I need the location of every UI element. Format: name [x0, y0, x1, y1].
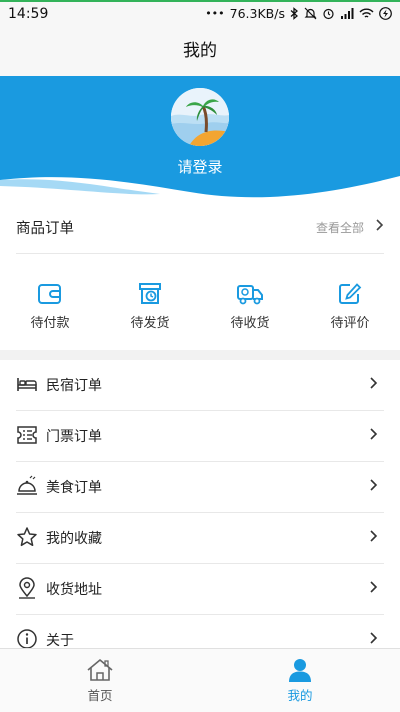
order-status-label: 待发货 [130, 316, 170, 331]
menu-item-label: 民宿订单 [46, 378, 102, 394]
network-speed: 76.3KB/s [229, 6, 285, 21]
menu-item-ticket-orders[interactable]: 门票订单 [16, 411, 384, 462]
mute-icon [304, 7, 317, 20]
ticket-icon [17, 426, 37, 444]
menu-item-label: 关于 [46, 633, 74, 649]
package-clock-icon [139, 283, 161, 304]
login-link[interactable]: 请登录 [0, 156, 400, 177]
tab-mine-label: 我的 [287, 688, 313, 703]
page-title: 我的 [183, 41, 217, 61]
page-title-bar: 我的 [0, 26, 400, 76]
edit-review-icon [339, 283, 362, 304]
menu-item-label: 收货地址 [46, 582, 102, 598]
wallet-icon [38, 284, 61, 304]
status-bar: 14:59 ••• 76.3KB/s [0, 0, 400, 26]
battery-charging-icon [379, 7, 392, 20]
bottom-navigation: 首页 我的 [0, 648, 400, 712]
order-status-pending-receipt[interactable]: 待收货 [200, 270, 300, 340]
order-status-pending-review[interactable]: 待评价 [300, 270, 400, 340]
delivery-truck-icon [237, 285, 263, 305]
location-pin-icon [19, 577, 35, 599]
orders-header[interactable]: 商品订单 查看全部 [16, 205, 384, 254]
section-divider [0, 350, 400, 360]
order-status-pending-shipment[interactable]: 待发货 [100, 270, 200, 340]
bluetooth-icon [290, 7, 298, 20]
chevron-right-icon [370, 377, 378, 389]
wifi-icon [359, 8, 374, 18]
chevron-right-icon [370, 479, 378, 491]
status-time: 14:59 [8, 6, 49, 22]
tab-mine[interactable]: 我的 [200, 649, 400, 712]
star-icon [17, 527, 37, 547]
chevron-right-icon [376, 219, 384, 231]
tab-home[interactable]: 首页 [0, 649, 200, 712]
info-icon [17, 629, 37, 649]
chevron-right-icon [370, 530, 378, 542]
user-icon [289, 659, 311, 682]
order-status-pending-payment[interactable]: 待付款 [0, 270, 100, 340]
menu-item-homestay-orders[interactable]: 民宿订单 [16, 360, 384, 411]
avatar[interactable] [171, 88, 229, 146]
alarm-icon [323, 8, 334, 20]
menu-item-label: 门票订单 [46, 429, 102, 445]
profile-banner[interactable]: 请登录 [0, 76, 400, 200]
menu-item-favorites[interactable]: 我的收藏 [16, 513, 384, 564]
orders-title: 商品订单 [16, 221, 74, 237]
order-status-label: 待付款 [30, 316, 70, 331]
chevron-right-icon [370, 581, 378, 593]
order-status-label: 待评价 [330, 316, 370, 331]
bed-icon [17, 378, 37, 391]
beach-palm-icon [171, 88, 229, 146]
chevron-right-icon [370, 632, 378, 644]
signal-icon [341, 8, 354, 19]
order-status-label: 待收货 [230, 316, 270, 331]
view-all-orders-link[interactable]: 查看全部 [316, 219, 364, 236]
tab-home-label: 首页 [87, 688, 113, 703]
status-icons: ••• 76.3KB/s [205, 6, 392, 21]
home-icon [87, 659, 113, 681]
dots-icon: ••• [205, 7, 225, 20]
menu-item-shipping-address[interactable]: 收货地址 [16, 564, 384, 615]
chevron-right-icon [370, 428, 378, 440]
food-cloche-icon [17, 475, 37, 495]
order-status-row: 待付款 待发货 待收货 待评价 [0, 270, 400, 340]
menu-list: 民宿订单 门票订单 美食订单 我的收藏 收货地址 关于 [16, 360, 384, 666]
menu-item-label: 美食订单 [46, 480, 102, 496]
menu-item-food-orders[interactable]: 美食订单 [16, 462, 384, 513]
menu-item-label: 我的收藏 [46, 531, 102, 547]
